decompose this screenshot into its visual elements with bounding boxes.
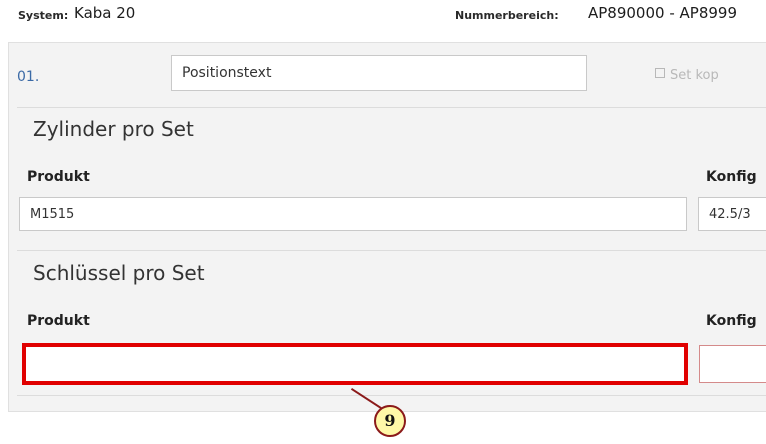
cylinder-config-label: Konfig xyxy=(706,169,757,185)
divider xyxy=(17,395,766,396)
page: System: Kaba 20 Nummerbereich: AP890000 … xyxy=(0,0,766,444)
header-info: System: Kaba 20 Nummerbereich: AP890000 … xyxy=(0,3,766,25)
callout-badge: 9 xyxy=(374,405,406,437)
cylinder-product-label: Produkt xyxy=(27,169,90,185)
key-config-input[interactable] xyxy=(699,345,766,383)
divider xyxy=(17,107,766,108)
key-product-input[interactable] xyxy=(23,345,687,383)
position-panel: 01. Set kop Zylinder pro Set Produkt Kon… xyxy=(8,42,766,412)
system-label: System: xyxy=(18,9,69,22)
key-product-label: Produkt xyxy=(27,313,90,329)
position-number: 01. xyxy=(17,69,40,85)
number-range-value: AP890000 - AP8999 xyxy=(588,4,737,22)
set-copy-label: Set kop xyxy=(670,68,719,83)
keys-section-title: Schlüssel pro Set xyxy=(33,261,205,285)
key-config-label: Konfig xyxy=(706,313,757,329)
divider xyxy=(17,250,766,251)
position-text-input[interactable] xyxy=(171,55,587,91)
cylinder-product-input[interactable] xyxy=(19,197,687,231)
cylinders-section-title: Zylinder pro Set xyxy=(33,117,194,141)
system-value: Kaba 20 xyxy=(74,4,136,22)
set-copy-button[interactable]: Set kop xyxy=(655,68,719,83)
copy-icon xyxy=(655,68,665,78)
number-range-label: Nummerbereich: xyxy=(455,9,559,22)
cylinder-config-input[interactable] xyxy=(698,197,766,231)
